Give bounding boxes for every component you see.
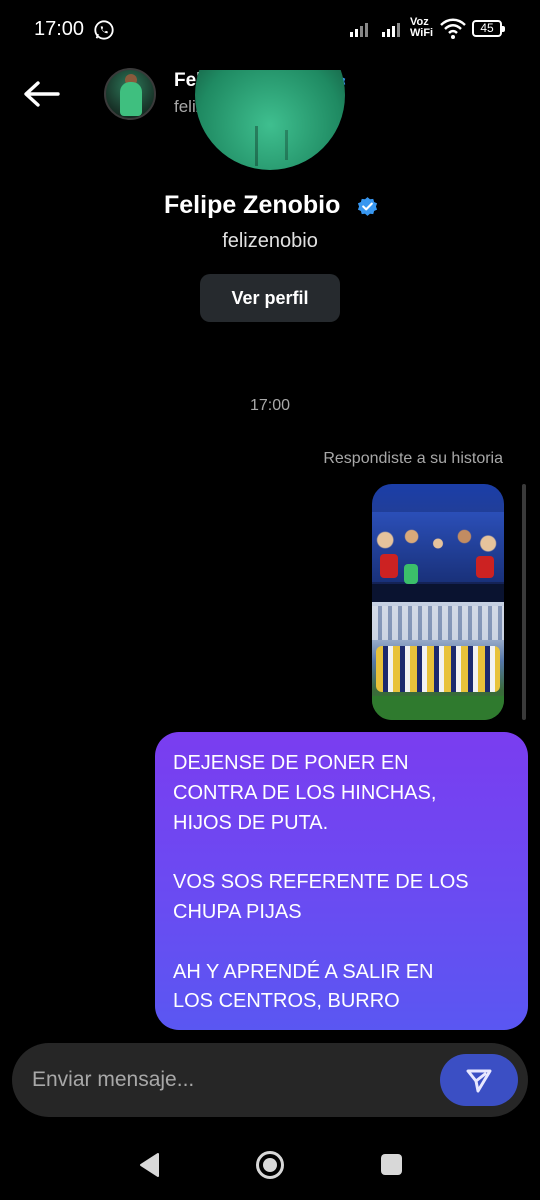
send-icon xyxy=(466,1069,492,1093)
profile-picture[interactable] xyxy=(195,70,345,170)
profile-name: Felipe Zenobio xyxy=(164,191,341,219)
message-bubble[interactable]: DEJENSE DE PONER EN CONTRA DE LOS HINCHA… xyxy=(155,732,528,1030)
send-button[interactable] xyxy=(440,1054,518,1106)
battery-icon: 45 xyxy=(472,20,505,37)
story-image-top xyxy=(372,484,504,602)
message-input[interactable] xyxy=(32,1043,432,1117)
system-nav-bar xyxy=(0,1130,540,1200)
network-label-wifi: WiFi xyxy=(410,27,434,39)
nav-home-icon[interactable] xyxy=(255,1150,285,1180)
network-label: Voz WiFi xyxy=(410,17,433,39)
story-image-bottom xyxy=(372,602,504,720)
signal-icon xyxy=(382,23,400,37)
story-thumbnail[interactable] xyxy=(372,484,504,720)
whatsapp-icon xyxy=(94,20,114,40)
avatar[interactable] xyxy=(104,68,156,120)
back-arrow-icon[interactable] xyxy=(20,74,64,114)
nav-back-icon[interactable] xyxy=(138,1152,160,1178)
status-bar: 17:00 Voz WiFi 45 xyxy=(0,0,540,60)
status-time: 17:00 xyxy=(34,18,85,40)
message-timestamp: 17:00 xyxy=(249,397,291,414)
message-composer xyxy=(12,1043,528,1117)
signal-icon xyxy=(350,23,368,37)
message-text: DEJENSE DE PONER EN CONTRA DE LOS HINCHA… xyxy=(173,752,469,1013)
wifi-icon xyxy=(440,18,466,39)
nav-recents-icon[interactable] xyxy=(381,1154,402,1175)
verified-badge-icon xyxy=(357,197,378,216)
view-profile-button[interactable]: Ver perfil xyxy=(200,274,340,322)
story-reply-label: Respondiste a su historia xyxy=(323,450,503,467)
profile-username: felizenobio xyxy=(222,230,318,252)
scrollbar[interactable] xyxy=(522,484,526,720)
